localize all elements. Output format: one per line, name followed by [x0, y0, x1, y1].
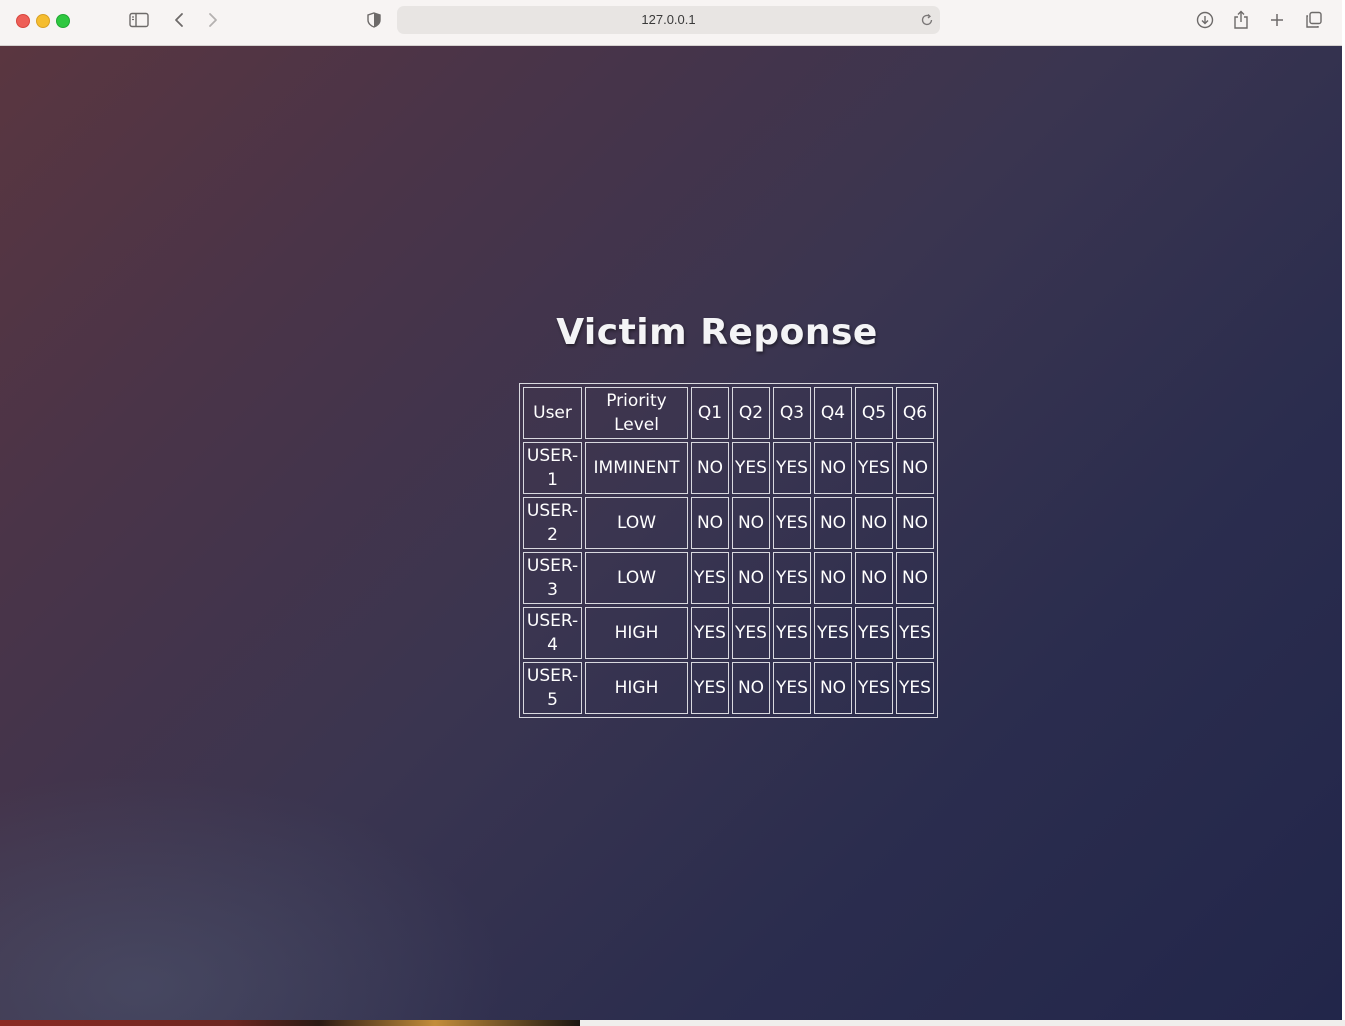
- cell-q5: NO: [855, 497, 893, 549]
- cell-q6: NO: [896, 442, 934, 494]
- share-icon[interactable]: [1229, 9, 1253, 31]
- table-row: USER-2 LOW NO NO YES NO NO NO: [523, 497, 934, 549]
- cell-priority-level: HIGH: [585, 662, 688, 714]
- cell-q4: NO: [814, 552, 852, 604]
- cell-user: USER-5: [523, 662, 582, 714]
- cell-user: USER-4: [523, 607, 582, 659]
- cell-q4: NO: [814, 442, 852, 494]
- cell-user: USER-2: [523, 497, 582, 549]
- cell-q4: NO: [814, 497, 852, 549]
- shield-icon[interactable]: [362, 9, 386, 31]
- cell-q3: YES: [773, 662, 811, 714]
- reload-icon[interactable]: [920, 12, 934, 26]
- cell-q3: YES: [773, 552, 811, 604]
- chevron-left-icon[interactable]: [167, 9, 191, 31]
- browser-toolbar: 127.0.0.1: [0, 0, 1342, 46]
- cell-priority-level: LOW: [585, 552, 688, 604]
- column-header-priority-level: Priority Level: [585, 387, 688, 439]
- cell-q6: NO: [896, 497, 934, 549]
- chevron-right-icon[interactable]: [201, 9, 225, 31]
- column-header-q6: Q6: [896, 387, 934, 439]
- address-bar[interactable]: 127.0.0.1: [397, 6, 940, 34]
- cell-q6: YES: [896, 607, 934, 659]
- cell-q1: YES: [691, 607, 729, 659]
- zoom-window-button[interactable]: [56, 14, 70, 28]
- cell-priority-level: LOW: [585, 497, 688, 549]
- cell-q5: YES: [855, 607, 893, 659]
- column-header-q2: Q2: [732, 387, 770, 439]
- cell-q4: NO: [814, 662, 852, 714]
- plus-icon[interactable]: [1265, 9, 1289, 31]
- cell-user: USER-1: [523, 442, 582, 494]
- cell-user: USER-3: [523, 552, 582, 604]
- victim-response-table: User Priority Level Q1 Q2 Q3 Q4 Q5 Q6 US…: [519, 383, 938, 718]
- column-header-q4: Q4: [814, 387, 852, 439]
- cell-q2: NO: [732, 497, 770, 549]
- victim-response-table-container: User Priority Level Q1 Q2 Q3 Q4 Q5 Q6 US…: [519, 383, 938, 718]
- download-icon[interactable]: [1193, 9, 1217, 31]
- cell-priority-level: HIGH: [585, 607, 688, 659]
- cell-q2: YES: [732, 442, 770, 494]
- cell-q6: NO: [896, 552, 934, 604]
- desktop-wallpaper-strip: [0, 1020, 580, 1026]
- column-header-q3: Q3: [773, 387, 811, 439]
- cell-q2: NO: [732, 552, 770, 604]
- table-row: USER-5 HIGH YES NO YES NO YES YES: [523, 662, 934, 714]
- cell-q5: NO: [855, 552, 893, 604]
- cell-q2: YES: [732, 607, 770, 659]
- cell-q1: YES: [691, 552, 729, 604]
- cell-q3: YES: [773, 497, 811, 549]
- cell-q1: NO: [691, 442, 729, 494]
- cell-q4: YES: [814, 607, 852, 659]
- cell-q5: YES: [855, 662, 893, 714]
- cell-q1: NO: [691, 497, 729, 549]
- page-viewport: Victim Reponse User Priority Level Q1 Q2…: [0, 46, 1342, 1020]
- table-row: USER-1 IMMINENT NO YES YES NO YES NO: [523, 442, 934, 494]
- cell-q1: YES: [691, 662, 729, 714]
- cell-q6: YES: [896, 662, 934, 714]
- tabs-overview-icon[interactable]: [1302, 9, 1326, 31]
- page-title: Victim Reponse: [556, 312, 878, 353]
- table-header-row: User Priority Level Q1 Q2 Q3 Q4 Q5 Q6: [523, 387, 934, 439]
- cell-q3: YES: [773, 442, 811, 494]
- sidebar-icon[interactable]: [127, 9, 151, 31]
- table-row: USER-4 HIGH YES YES YES YES YES YES: [523, 607, 934, 659]
- close-window-button[interactable]: [16, 14, 30, 28]
- column-header-user: User: [523, 387, 582, 439]
- column-header-q1: Q1: [691, 387, 729, 439]
- address-url: 127.0.0.1: [641, 12, 696, 27]
- column-header-q5: Q5: [855, 387, 893, 439]
- cell-q5: YES: [855, 442, 893, 494]
- minimize-window-button[interactable]: [36, 14, 50, 28]
- cell-q2: NO: [732, 662, 770, 714]
- cell-q3: YES: [773, 607, 811, 659]
- cell-priority-level: IMMINENT: [585, 442, 688, 494]
- table-row: USER-3 LOW YES NO YES NO NO NO: [523, 552, 934, 604]
